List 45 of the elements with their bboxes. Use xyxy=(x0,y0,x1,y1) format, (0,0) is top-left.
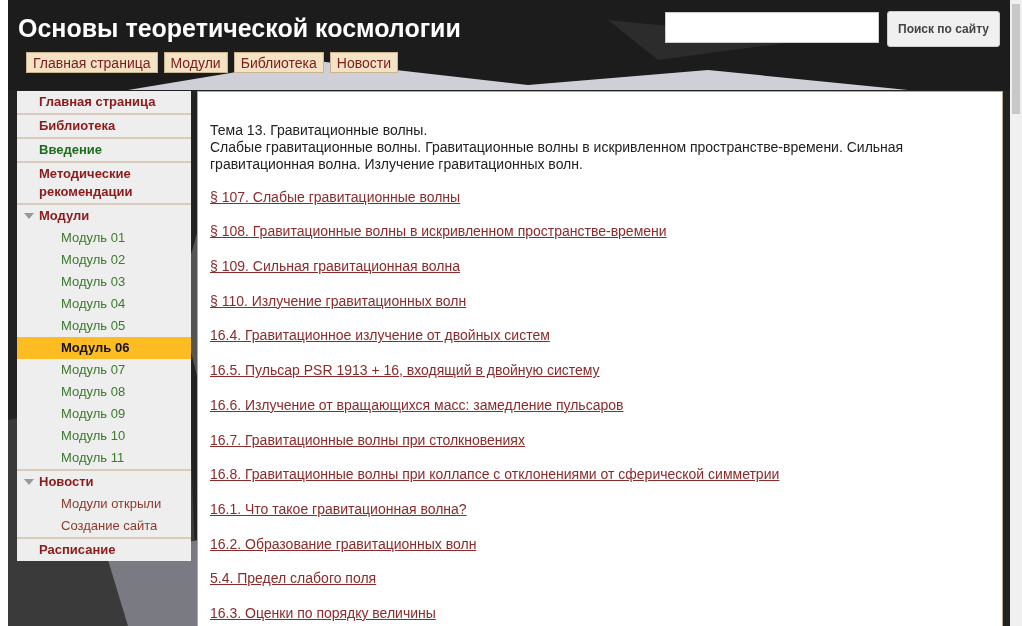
submenu-item[interactable]: Модуль 02 xyxy=(17,249,191,271)
section-link[interactable]: 16.7. Гравитационные волны при столкновениях xyxy=(210,431,525,449)
nav-tab[interactable]: Новости xyxy=(329,52,398,73)
scrollbar[interactable] xyxy=(1010,0,1022,626)
section-link[interactable]: 16.5. Пульсар PSR 1913 + 16, входящий в двойную систему xyxy=(210,362,600,380)
section-link[interactable]: 16.3. Оценки по порядку величины xyxy=(210,604,436,622)
nav-tab[interactable]: Главная страница xyxy=(26,52,158,73)
section-link[interactable]: 16.2. Образование гравитационных волн xyxy=(210,535,477,553)
submenu-item[interactable]: Модуль 01 xyxy=(17,227,191,249)
section-link[interactable]: § 110. Излучение гравитационных волн xyxy=(210,292,467,310)
section-link[interactable]: § 107. Слабые гравитационные волны xyxy=(210,188,461,206)
submenu-item[interactable]: Модуль 05 xyxy=(17,315,191,337)
section-link[interactable]: 16.4. Гравитационное излучение от двойных систем xyxy=(210,327,550,345)
sidebar-item[interactable]: Введение xyxy=(17,139,191,163)
section-link[interactable]: § 108. Гравитационные волны в искривленном пространстве-времени xyxy=(210,223,667,241)
sidebar-item[interactable]: Модули xyxy=(17,205,191,227)
topic-summary: Слабые гравитационные волны. Гравитационные волны в искривленном пространстве-времени. Сильная гравитационная волна. Излучение гравитационных волн. xyxy=(210,139,905,173)
sidebar-item[interactable]: Новости xyxy=(17,471,191,493)
nav-tab[interactable]: Библиотека xyxy=(233,52,324,73)
sidebar-item[interactable]: Библиотека xyxy=(17,115,191,139)
submenu-item[interactable]: Модуль 11 xyxy=(17,447,191,469)
section-link[interactable]: 5.4. Предел слабого поля xyxy=(210,570,377,588)
submenu-item[interactable]: Модуль 03 xyxy=(17,271,191,293)
section-link[interactable]: 16.6. Излучение от вращающихся масс: замедление пульсаров xyxy=(210,396,624,414)
search-field[interactable] xyxy=(665,12,879,43)
submenu-item[interactable]: Модуль 09 xyxy=(17,403,191,425)
submenu-item[interactable]: Создание сайта xyxy=(17,515,191,537)
section-link[interactable]: 16.1. Что такое гравитационная волна? xyxy=(210,500,467,518)
submenu-item[interactable]: Модуль 08 xyxy=(17,381,191,403)
site-title: Основы теоретической космологии xyxy=(18,13,461,43)
nav-tab[interactable]: Модули xyxy=(163,52,228,73)
sidebar-item[interactable]: Главная страница xyxy=(17,91,191,115)
search-button[interactable]: Поиск по сайту xyxy=(887,11,1000,47)
submenu-item[interactable]: Модуль 07 xyxy=(17,359,191,381)
section-link[interactable]: 16.8. Гравитационные волны при коллапсе с отклонениями от сферической симметрии xyxy=(210,466,780,484)
submenu-item[interactable]: Модуль 04 xyxy=(17,293,191,315)
triangle-icon[interactable] xyxy=(24,213,34,219)
submenu-item[interactable]: Модуль 06 xyxy=(17,337,191,359)
section-link[interactable]: § 109. Сильная гравитационная волна xyxy=(210,258,460,276)
triangle-icon[interactable] xyxy=(24,479,34,485)
submenu-item[interactable]: Модуль 10 xyxy=(17,425,191,447)
sidebar-item[interactable]: Расписание xyxy=(17,539,191,561)
submenu-item[interactable]: Модули открыли xyxy=(17,493,191,515)
sidebar-item[interactable]: Методические рекомендации xyxy=(17,163,191,205)
topic-heading: Тема 13. Гравитационные волны. xyxy=(210,122,429,139)
